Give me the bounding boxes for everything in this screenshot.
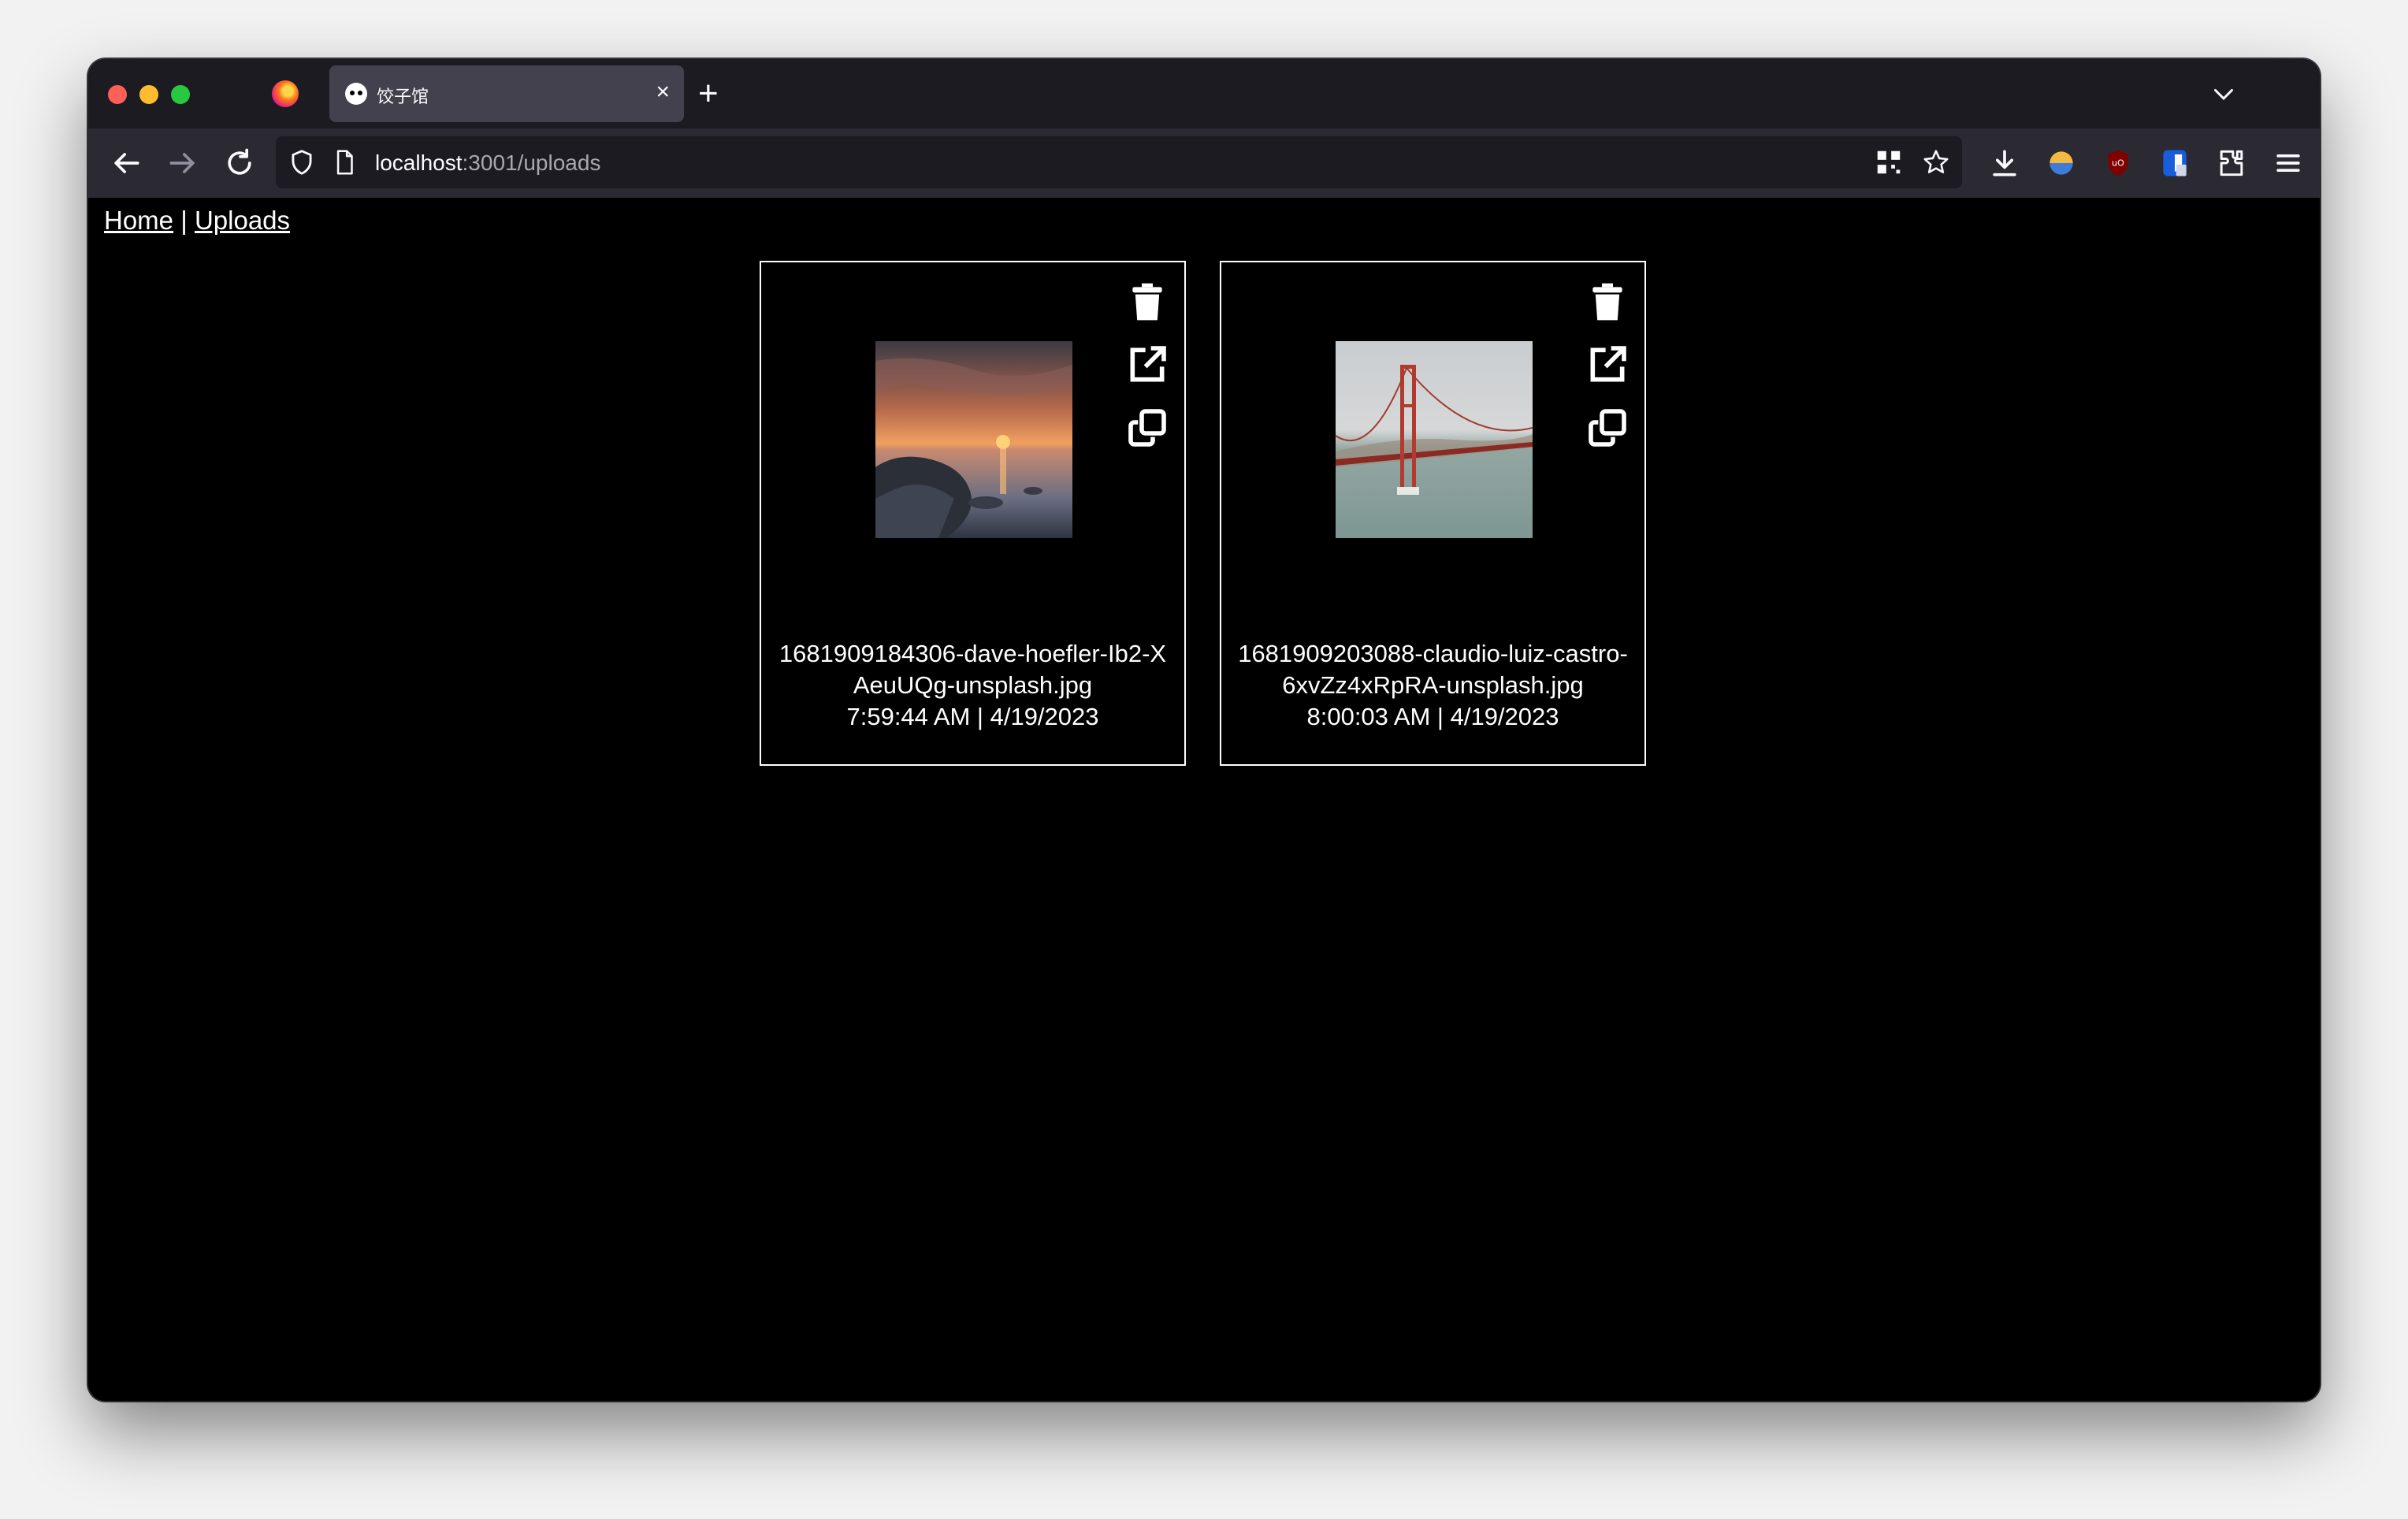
url-host: localhost bbox=[375, 150, 463, 175]
tab-close-button[interactable]: × bbox=[656, 76, 670, 108]
upload-caption: 1681909203088-claudio-luiz-castro-6xvZz4… bbox=[1237, 638, 1629, 733]
nav-toolbar: localhost:3001/uploads uO bbox=[88, 128, 2320, 198]
tab-title: 饺子馆 bbox=[377, 87, 429, 107]
external-link-icon[interactable] bbox=[1124, 343, 1171, 387]
upload-caption: 1681909184306-dave-hoefler-Ib2-XAeuUQg-u… bbox=[777, 638, 1169, 733]
qr-code-icon[interactable] bbox=[1874, 147, 1904, 177]
nav-separator: | bbox=[180, 206, 188, 235]
url-path: :3001/uploads bbox=[462, 150, 601, 175]
card-actions bbox=[1124, 280, 1171, 469]
upload-timestamp: 8:00:03 AM | 4/19/2023 bbox=[1306, 703, 1559, 730]
close-window-button[interactable] bbox=[108, 85, 127, 104]
new-tab-button[interactable]: + bbox=[698, 70, 719, 117]
tab-bar: 饺子馆 × + bbox=[88, 59, 2320, 128]
menu-icon[interactable] bbox=[2271, 146, 2306, 180]
page-content: Home | Uploads 1681909184306-dave-hoefle… bbox=[88, 198, 2320, 1401]
svg-text:uO: uO bbox=[2112, 158, 2124, 169]
minimize-window-button[interactable] bbox=[139, 85, 158, 104]
home-link[interactable]: Home bbox=[104, 206, 173, 235]
chevron-down-icon[interactable] bbox=[2209, 80, 2238, 108]
firefox-icon[interactable] bbox=[272, 80, 299, 107]
upload-thumbnail[interactable] bbox=[1336, 341, 1533, 538]
trash-icon[interactable] bbox=[1584, 280, 1631, 324]
forward-arrow-icon[interactable] bbox=[165, 146, 200, 180]
ublock-origin-icon[interactable]: uO bbox=[2101, 146, 2135, 180]
top-nav: Home | Uploads bbox=[104, 206, 290, 236]
external-link-icon[interactable] bbox=[1584, 343, 1631, 387]
upload-card: 1681909203088-claudio-luiz-castro-6xvZz4… bbox=[1220, 261, 1646, 766]
extensions-icon[interactable] bbox=[2214, 146, 2249, 180]
card-actions bbox=[1584, 280, 1631, 469]
uploads-link[interactable]: Uploads bbox=[195, 206, 290, 235]
upload-card: 1681909184306-dave-hoefler-Ib2-XAeuUQg-u… bbox=[760, 261, 1186, 766]
page-icon[interactable] bbox=[329, 147, 359, 177]
browser-window: 饺子馆 × + localhost:3001/uploads uO Home |… bbox=[88, 59, 2320, 1401]
tab-active[interactable]: 饺子馆 × bbox=[329, 65, 684, 122]
download-icon[interactable] bbox=[1987, 146, 2022, 180]
trash-icon[interactable] bbox=[1124, 280, 1171, 324]
upload-filename: 1681909203088-claudio-luiz-castro-6xvZz4… bbox=[1238, 640, 1628, 699]
copy-icon[interactable] bbox=[1124, 406, 1171, 450]
maximize-window-button[interactable] bbox=[171, 85, 190, 104]
back-arrow-icon[interactable] bbox=[109, 146, 143, 180]
reload-icon[interactable] bbox=[222, 146, 257, 180]
shield-icon[interactable] bbox=[287, 147, 317, 177]
upload-thumbnail[interactable] bbox=[875, 341, 1072, 538]
profile-avatar-icon[interactable] bbox=[2044, 146, 2079, 180]
upload-timestamp: 7:59:44 AM | 4/19/2023 bbox=[846, 703, 1099, 730]
bitwarden-icon[interactable] bbox=[2157, 146, 2192, 180]
url-bar[interactable]: localhost:3001/uploads bbox=[276, 136, 1962, 188]
upload-filename: 1681909184306-dave-hoefler-Ib2-XAeuUQg-u… bbox=[779, 640, 1167, 699]
star-icon[interactable] bbox=[1921, 147, 1951, 177]
favicon-icon bbox=[345, 83, 367, 105]
url-text[interactable]: localhost:3001/uploads bbox=[375, 150, 600, 176]
copy-icon[interactable] bbox=[1584, 406, 1631, 450]
